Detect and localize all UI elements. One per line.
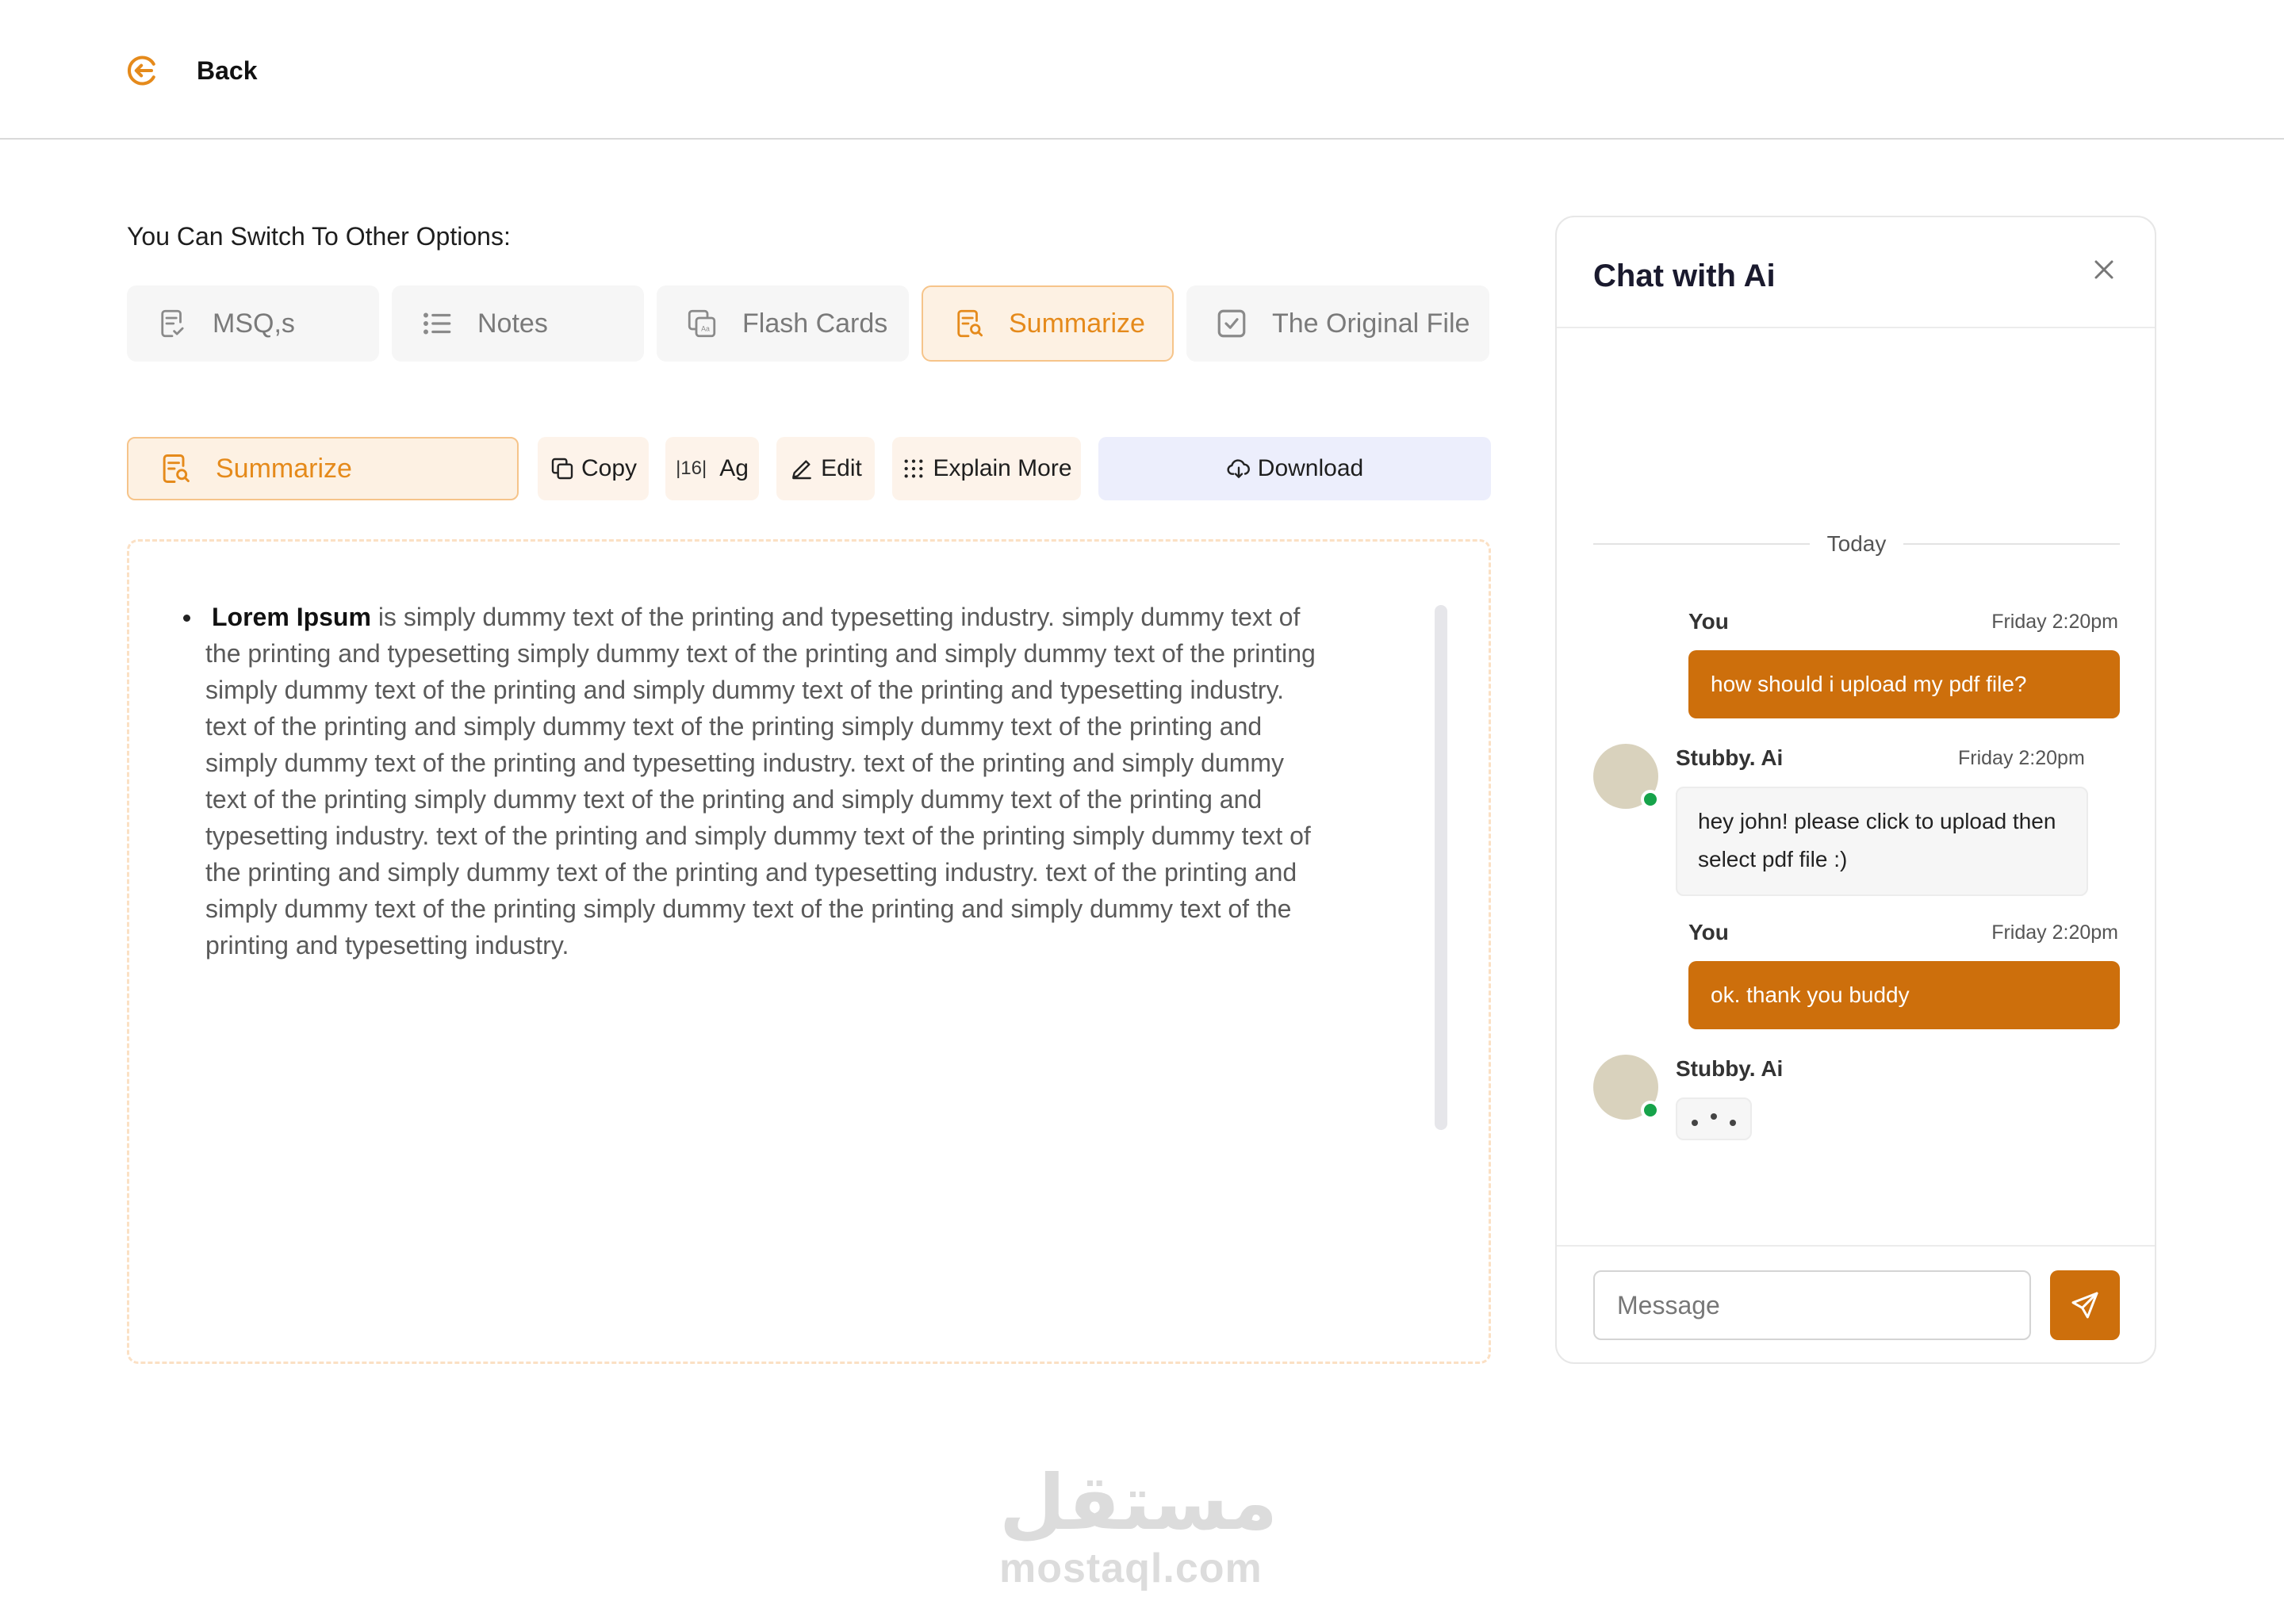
chat-footer — [1557, 1245, 2155, 1364]
tab-flash-cards[interactable]: Aa Flash Cards — [657, 285, 909, 362]
typing-indicator — [1676, 1097, 1752, 1140]
message-time: Friday 2:20pm — [1991, 611, 2118, 633]
summary-item: Lorem Ipsum is simply dummy text of the … — [183, 599, 1316, 963]
message-sender: You — [1688, 609, 1729, 634]
message-sender: Stubby. Ai — [1676, 745, 1784, 770]
avatar — [1593, 1055, 1660, 1120]
message-sender: Stubby. Ai — [1676, 1056, 1784, 1081]
avatar — [1593, 744, 1660, 809]
grid-dots-icon — [904, 459, 923, 478]
flash-cards-icon: Aa — [688, 309, 716, 338]
back-label: Back — [197, 56, 258, 85]
date-divider: Today — [1593, 528, 2120, 560]
message-time: Friday 2:20pm — [1991, 921, 2118, 944]
outgoing-message: how should i upload my pdf file? — [1688, 650, 2120, 718]
outgoing-message: ok. thank you buddy — [1688, 961, 2120, 1029]
copy-button[interactable]: Copy — [538, 437, 649, 500]
top-bar: Back — [0, 0, 2284, 140]
edit-label: Edit — [821, 455, 862, 481]
chat-panel: Chat with Ai Today You Friday 2:20pm how… — [1555, 216, 2156, 1364]
explain-more-button[interactable]: Explain More — [892, 437, 1081, 500]
checkbox-icon — [1217, 309, 1246, 338]
summary-list: Lorem Ipsum is simply dummy text of the … — [183, 599, 1316, 963]
content-scrollbar[interactable] — [1435, 605, 1447, 1130]
summary-text: Lorem Ipsum is simply dummy text of the … — [183, 599, 1316, 963]
tab-summarize[interactable]: Summarize — [922, 285, 1174, 362]
summary-body: is simply dummy text of the printing and… — [205, 603, 1316, 959]
date-divider-label: Today — [1826, 531, 1887, 556]
font-size-button[interactable]: |16| Ag — [665, 437, 759, 500]
copy-icon — [551, 458, 573, 480]
option-tabs: MSQ,s Notes Aa Flash Cards Summarize The… — [127, 285, 1489, 362]
message-input[interactable] — [1593, 1270, 2031, 1340]
message-time: Friday 2:20pm — [1958, 747, 2085, 769]
list-icon — [423, 312, 451, 335]
chat-header: Chat with Ai — [1557, 217, 2155, 328]
tab-label: Flash Cards — [742, 308, 888, 339]
font-label: Ag — [719, 455, 749, 481]
copy-label: Copy — [581, 455, 638, 481]
tab-msqs[interactable]: MSQ,s — [127, 285, 379, 362]
checklist-doc-icon — [161, 309, 184, 338]
tab-original-file[interactable]: The Original File — [1186, 285, 1489, 362]
online-status-indicator — [1641, 790, 1660, 809]
summary-content-box: Lorem Ipsum is simply dummy text of the … — [127, 539, 1491, 1364]
pencil-icon — [792, 460, 812, 480]
summary-lead: Lorem Ipsum — [212, 603, 371, 631]
summarize-button[interactable]: Summarize — [127, 437, 519, 500]
watermark-arabic: مستقل — [999, 1458, 1278, 1547]
download-label: Download — [1257, 455, 1364, 481]
back-arrow-icon — [127, 56, 155, 86]
summarize-doc-icon — [163, 454, 190, 483]
explain-more-label: Explain More — [933, 455, 1072, 481]
tab-notes[interactable]: Notes — [392, 285, 644, 362]
switch-options-title: You Can Switch To Other Options: — [127, 222, 511, 251]
tab-label: MSQ,s — [213, 308, 295, 339]
svg-text:Aa: Aa — [701, 325, 710, 333]
download-button[interactable]: Download — [1098, 437, 1491, 500]
watermark-logo: مستقل mostaql.com — [999, 1458, 1278, 1591]
cloud-download-icon — [1227, 459, 1250, 478]
message-sender: You — [1688, 920, 1729, 944]
send-button[interactable] — [2050, 1270, 2120, 1340]
tab-label: Summarize — [1009, 308, 1145, 339]
close-icon[interactable] — [2088, 254, 2120, 285]
summarize-doc-icon — [957, 309, 983, 338]
summarize-label: Summarize — [216, 453, 352, 484]
watermark-latin: mostaql.com — [999, 1545, 1263, 1591]
chat-title: Chat with Ai — [1593, 259, 1776, 293]
send-icon — [2071, 1292, 2098, 1319]
font-size-value: |16| — [676, 458, 707, 479]
online-status-indicator — [1641, 1101, 1660, 1120]
back-button[interactable]: Back — [125, 51, 258, 90]
tab-label: Notes — [477, 308, 548, 339]
incoming-message: hey john! please click to upload then se… — [1676, 787, 2088, 896]
edit-button[interactable]: Edit — [776, 437, 875, 500]
tab-label: The Original File — [1272, 308, 1470, 339]
